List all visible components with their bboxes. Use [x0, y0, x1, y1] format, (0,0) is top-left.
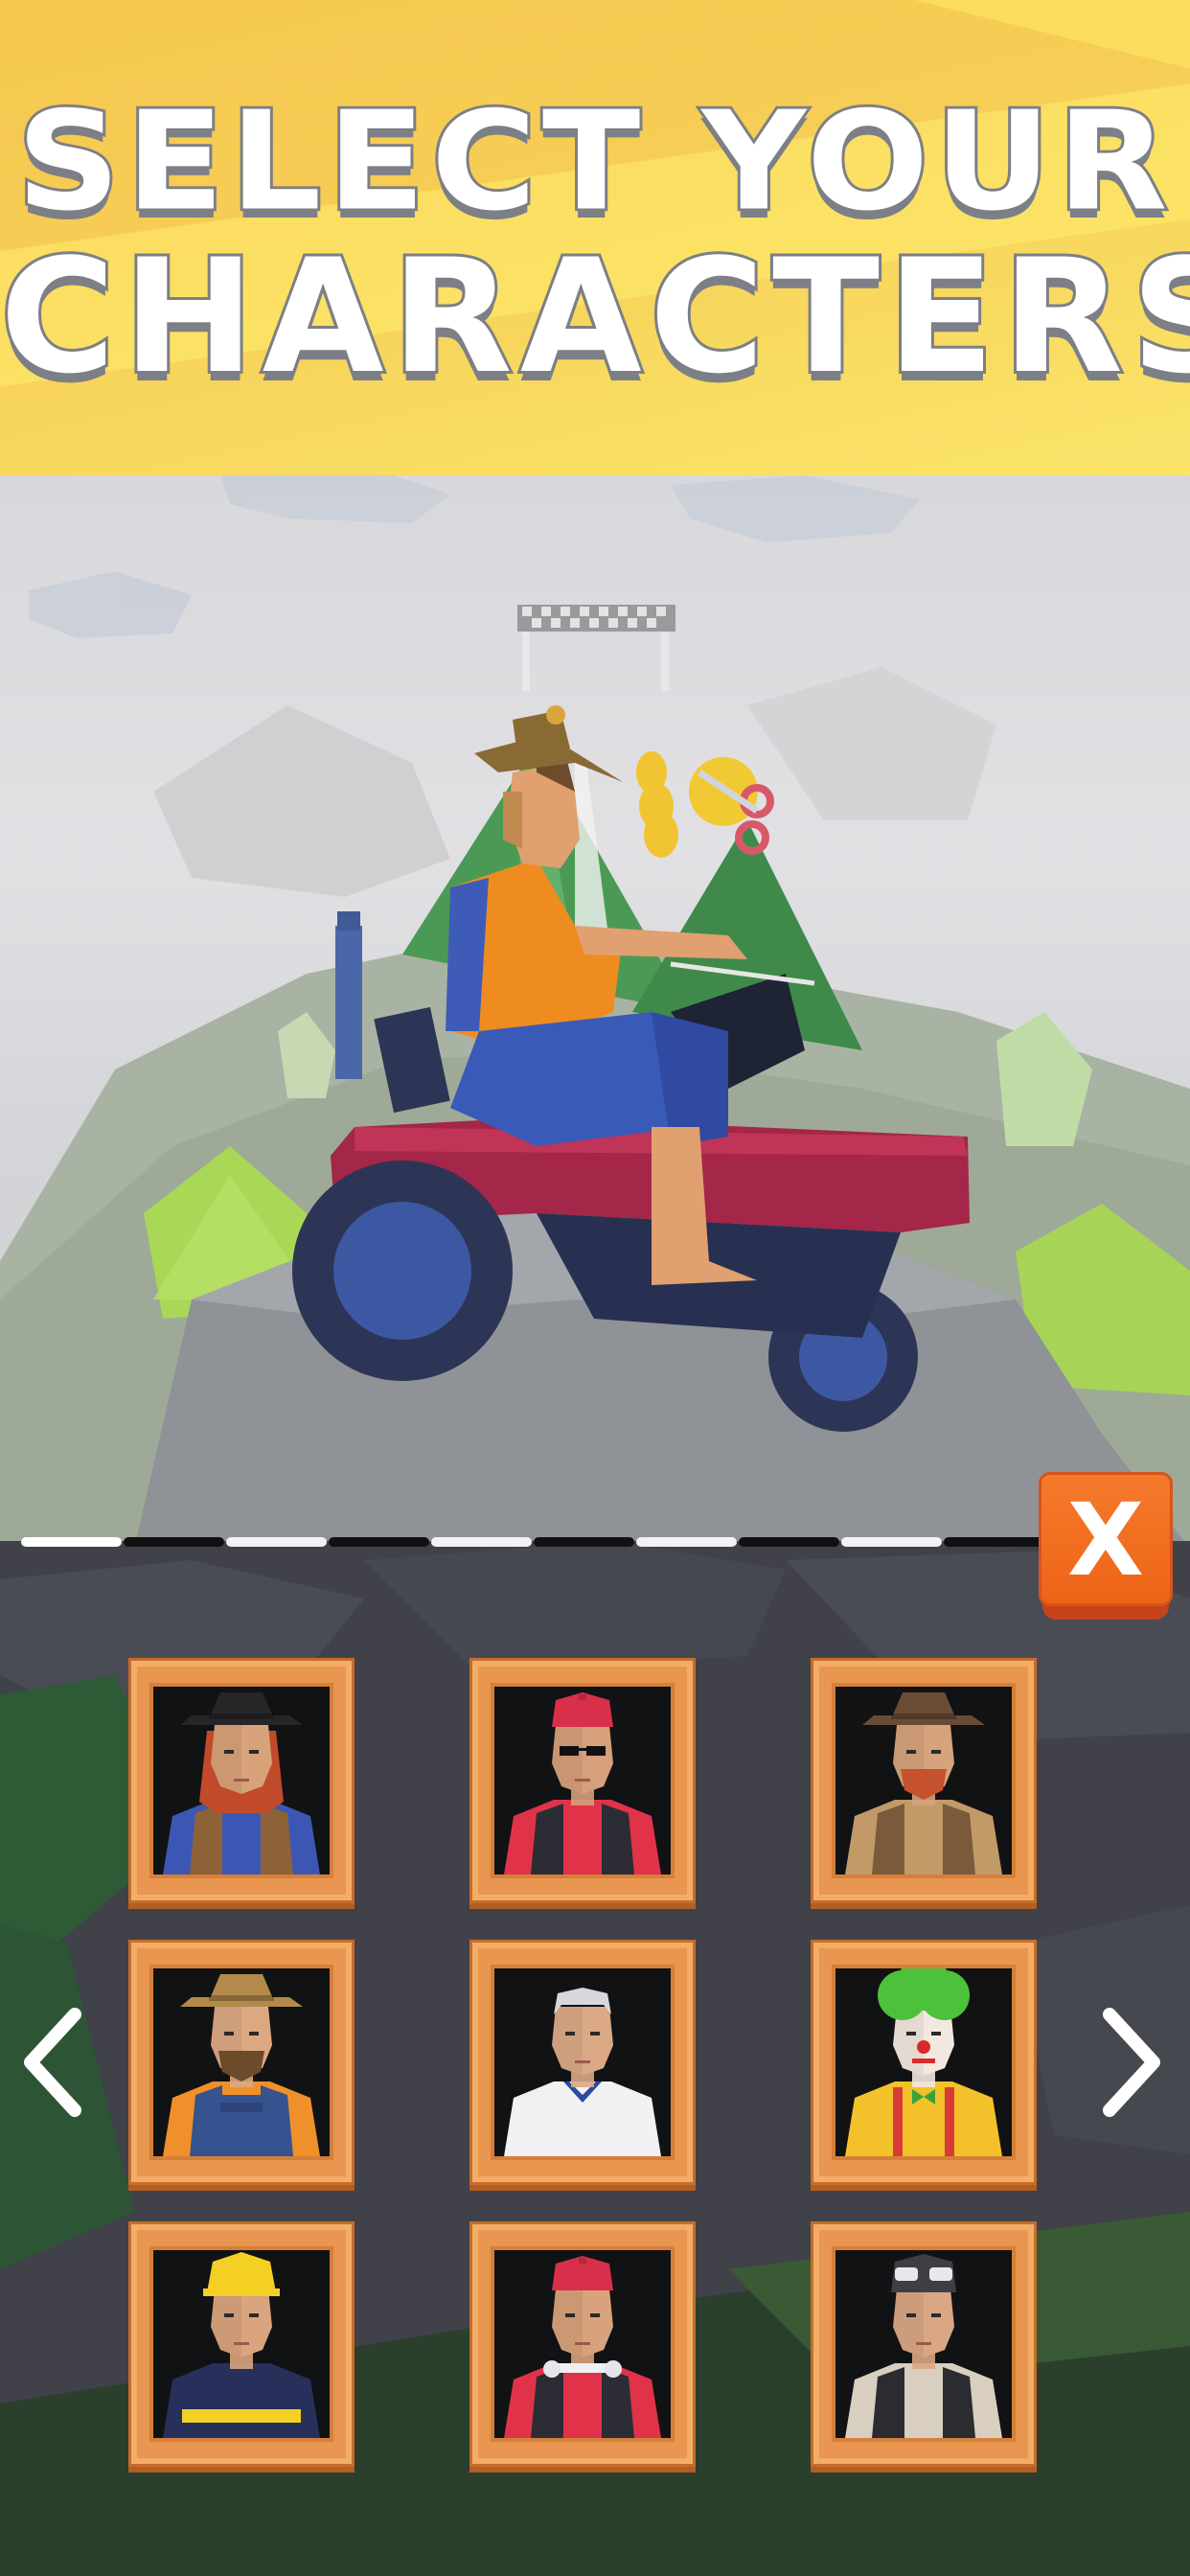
portrait-window — [494, 1687, 671, 1874]
character-card-rider-red-helmet[interactable] — [469, 2221, 696, 2467]
progress-segment — [124, 1537, 224, 1547]
scene-illustration — [0, 475, 1190, 1549]
progress-segment — [944, 1537, 1044, 1547]
portrait-window — [494, 2250, 671, 2438]
level-progress-bar — [21, 1537, 1046, 1549]
portrait-window — [494, 1968, 671, 2156]
headline-line-1: SELECT YOUR — [13, 80, 1174, 243]
clouds — [29, 475, 920, 638]
chevron-left-icon — [24, 2008, 81, 2117]
progress-segment — [226, 1537, 327, 1547]
character-card-farmer-overalls[interactable] — [128, 1940, 355, 2185]
character-portrait — [845, 1968, 1002, 2156]
character-card-cowboy-red-beard[interactable] — [811, 1658, 1037, 1903]
character-portrait — [845, 1692, 1002, 1874]
progress-segment — [329, 1537, 429, 1547]
progress-segment — [21, 1537, 122, 1547]
character-card-old-man-white-shirt[interactable] — [469, 1940, 696, 2185]
finish-gate — [517, 605, 675, 691]
character-card-cowgirl[interactable] — [128, 1658, 355, 1903]
portrait-window — [835, 2250, 1012, 2438]
character-portrait — [163, 1974, 320, 2156]
close-label: X — [1066, 1482, 1145, 1598]
character-portrait — [845, 2254, 1002, 2438]
portrait-window — [153, 1968, 330, 2156]
progress-segment — [534, 1537, 634, 1547]
portrait-window — [835, 1968, 1012, 2156]
character-card-biker-red-cap-sunglasses[interactable] — [469, 1658, 696, 1903]
close-button[interactable]: X — [1039, 1472, 1173, 1625]
character-portrait — [163, 2252, 320, 2438]
portrait-window — [835, 1687, 1012, 1874]
prev-page-button[interactable] — [11, 1993, 98, 2128]
character-portrait — [163, 1692, 320, 1874]
progress-segment — [841, 1537, 942, 1547]
next-page-button[interactable] — [1087, 1993, 1173, 2128]
header-banner: SELECT YOUR CHARACTERS! — [0, 0, 1190, 479]
character-card-aviator-goggles[interactable] — [811, 2221, 1037, 2467]
game-scene — [0, 475, 1190, 1549]
character-card-clown[interactable] — [811, 1940, 1037, 2185]
character-card-firefighter[interactable] — [128, 2221, 355, 2467]
headline-line-2: CHARACTERS! — [0, 222, 1190, 411]
character-portrait — [504, 2256, 661, 2438]
chevron-right-icon — [1103, 2008, 1160, 2117]
progress-segment — [739, 1537, 839, 1547]
progress-segment — [636, 1537, 737, 1547]
portrait-window — [153, 1687, 330, 1874]
progress-segment — [431, 1537, 532, 1547]
character-portrait — [504, 1692, 661, 1874]
character-portrait — [504, 1988, 661, 2156]
portrait-window — [153, 2250, 330, 2438]
